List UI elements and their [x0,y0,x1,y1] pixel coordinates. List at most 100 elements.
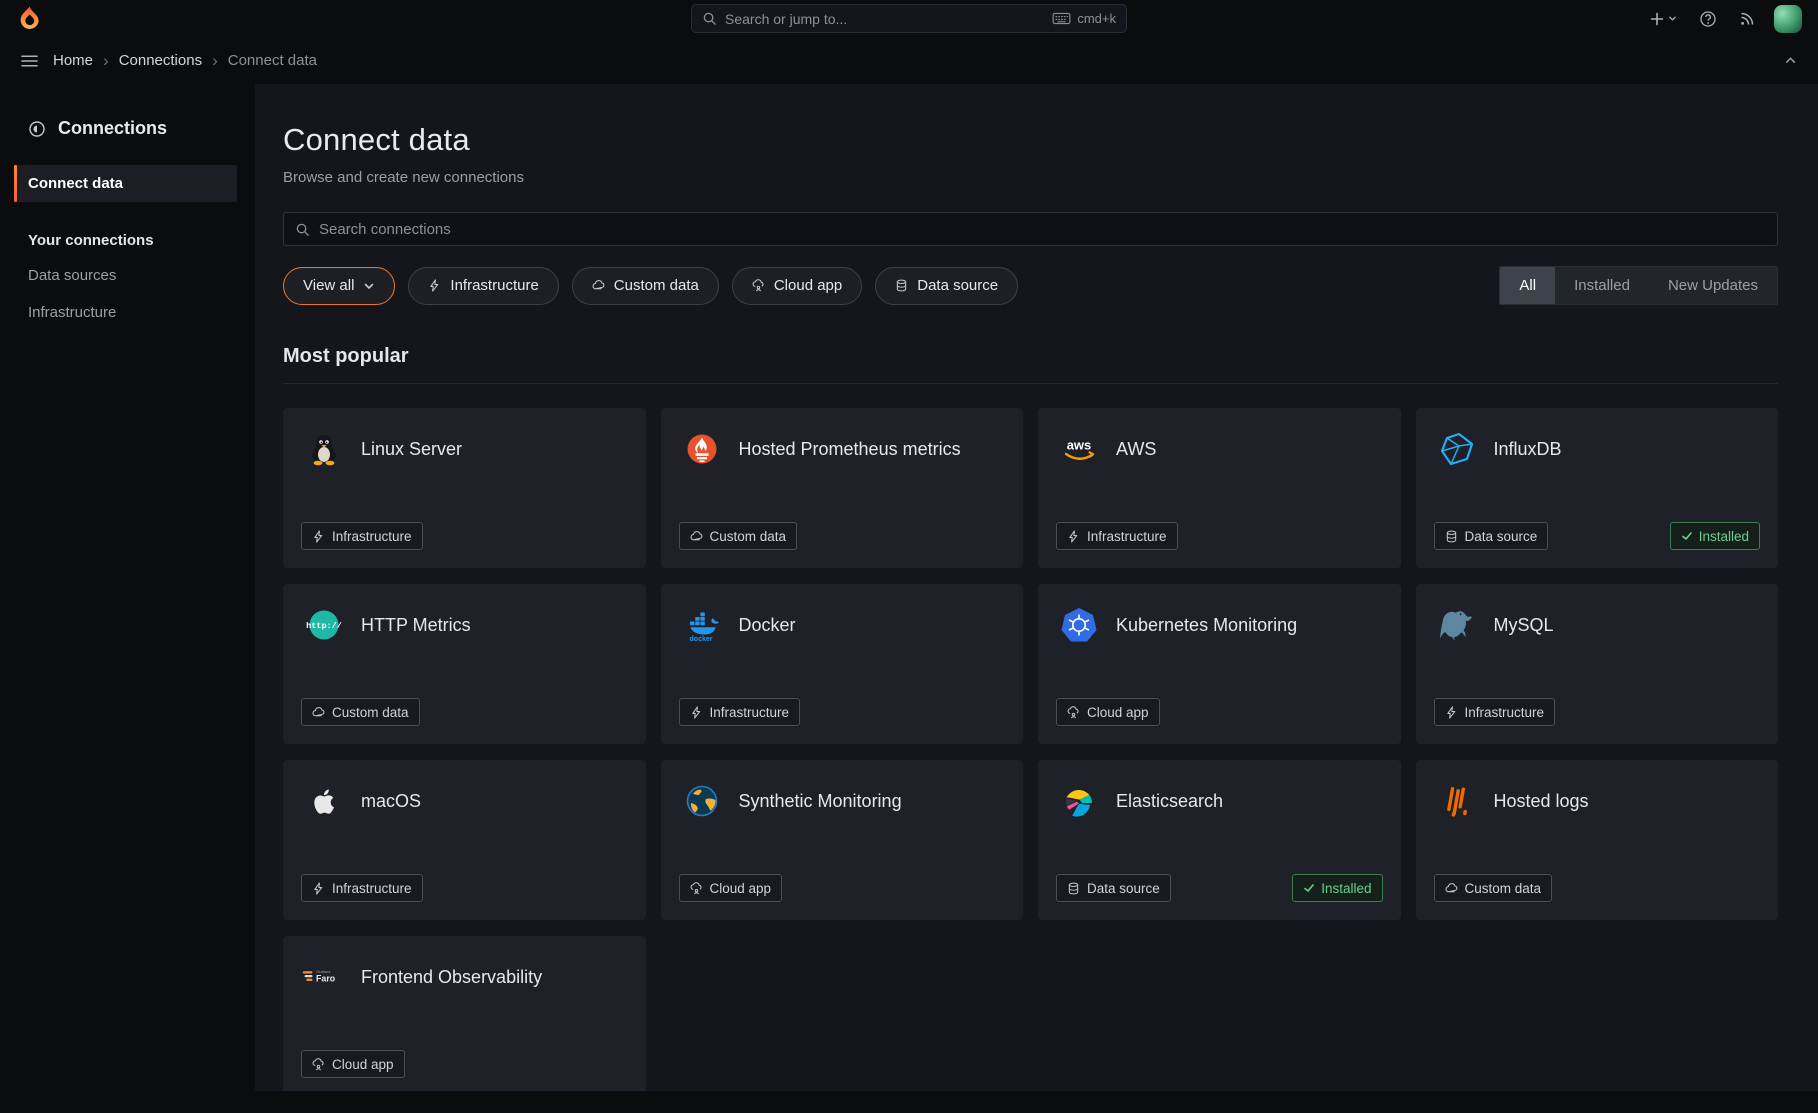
install-filter-tabs: AllInstalledNew Updates [1499,266,1778,305]
category-badge-label: Data source [1465,529,1538,544]
card-header: Synthetic Monitoring [679,778,1006,824]
hamburger-icon [21,54,38,68]
card-frontend-observability[interactable]: GrafanaFaroFrontend ObservabilityCloud a… [283,936,646,1091]
card-footer: Custom data [679,522,1006,550]
card-linux-server[interactable]: Linux Server Infrastructure [283,408,646,568]
shortcut-label: cmd+k [1077,11,1116,26]
card-header: MySQL [1434,602,1761,648]
svg-text:Faro: Faro [316,973,336,983]
app: cmd+k Home›Connections›Connect data [0,0,1818,1113]
sidebar-toggle-button[interactable] [18,51,41,71]
card-title: Hosted logs [1494,791,1589,812]
card-header: awsAWS [1056,426,1383,472]
sidebar: Connections Connect data Your connection… [0,84,255,1091]
card-footer: Infrastructure [679,698,1006,726]
collapse-top-button[interactable] [1781,51,1800,70]
card-hosted-logs[interactable]: Hosted logs Custom data [1416,760,1779,920]
category-badge-label: Infrastructure [1465,705,1545,720]
kubernetes-icon [1056,602,1102,648]
card-synthetic-monitoring[interactable]: Synthetic Monitoring Cloud app [661,760,1024,920]
globe-icon [679,778,725,824]
card-title: HTTP Metrics [361,615,471,636]
global-search-input[interactable] [725,11,1044,27]
svg-text:http://: http:// [306,621,342,631]
card-footer: Custom data [301,698,628,726]
card-docker[interactable]: dockerDocker Infrastructure [661,584,1024,744]
logs-icon [1434,778,1480,824]
category-badge: Infrastructure [301,522,423,550]
apple-icon [301,778,347,824]
search-icon [702,11,717,26]
filter-pill-label: Custom data [614,277,699,294]
sidebar-item-connect-data[interactable]: Connect data [14,165,237,202]
category-badge-label: Custom data [1465,881,1542,896]
card-header: dockerDocker [679,602,1006,648]
grafana-logo-icon[interactable] [16,5,43,32]
category-badge-label: Infrastructure [332,881,412,896]
card-http-metrics[interactable]: http:// HTTP Metrics Custom data [283,584,646,744]
category-badge-label: Infrastructure [710,705,790,720]
card-header: Hosted Prometheus metrics [679,426,1006,472]
installed-label: Installed [1321,881,1371,896]
installed-label: Installed [1699,529,1749,544]
filter-pill-data-source[interactable]: Data source [875,267,1018,305]
keyboard-icon [1052,12,1071,25]
card-header: http:// HTTP Metrics [301,602,628,648]
card-mysql[interactable]: MySQL Infrastructure [1416,584,1779,744]
card-footer: Infrastructure [1056,522,1383,550]
tab-all[interactable]: All [1500,267,1555,304]
filter-pill-custom-data[interactable]: Custom data [572,267,719,305]
breadcrumb-item-connections[interactable]: Connections [119,52,202,69]
page-title: Connect data [283,122,1778,158]
connections-search-input[interactable] [319,221,1766,238]
check-icon [1303,882,1315,894]
card-title: Linux Server [361,439,462,460]
view-all-dropdown[interactable]: View all [283,267,395,305]
card-hosted-prometheus-metrics[interactable]: Hosted Prometheus metrics Custom data [661,408,1024,568]
docker-icon: docker [679,602,725,648]
category-badge: Cloud app [1056,698,1160,726]
category-badge: Infrastructure [1434,698,1556,726]
category-badge-label: Custom data [332,705,409,720]
global-search[interactable]: cmd+k [691,4,1127,33]
news-button[interactable] [1736,8,1758,30]
tab-new-updates[interactable]: New Updates [1649,267,1777,304]
category-badge: Custom data [301,698,420,726]
database-icon [1067,882,1080,895]
breadcrumb-item-home[interactable]: Home [53,52,93,69]
caret-down-icon [1668,14,1677,23]
sidebar-section-your-connections[interactable]: Your connections [0,232,255,249]
category-badge: Cloud app [679,874,783,902]
card-influxdb[interactable]: InfluxDB Data source Installed [1416,408,1779,568]
card-header: InfluxDB [1434,426,1761,472]
bolt-icon [1445,706,1458,719]
card-kubernetes-monitoring[interactable]: Kubernetes MonitoringCloud app [1038,584,1401,744]
breadcrumb: Home›Connections›Connect data [53,52,317,69]
card-footer: Cloud app [679,874,1006,902]
card-title: Frontend Observability [361,967,542,988]
card-macos[interactable]: macOSInfrastructure [283,760,646,920]
sidebar-items: Data sourcesInfrastructure [0,257,255,331]
category-badge: Custom data [1434,874,1553,902]
filter-pill-cloud-app[interactable]: Cloud app [732,267,862,305]
sidebar-title: Connections [0,118,255,139]
connections-search[interactable] [283,212,1778,246]
filter-pill-infrastructure[interactable]: Infrastructure [408,267,558,305]
sidebar-item-data-sources[interactable]: Data sources [0,257,255,294]
category-badge: Infrastructure [301,874,423,902]
section-divider [283,383,1778,384]
card-elasticsearch[interactable]: ElasticsearchData sourceInstalled [1038,760,1401,920]
user-avatar[interactable] [1774,5,1802,33]
category-badge: Data source [1434,522,1549,550]
tab-installed[interactable]: Installed [1555,267,1649,304]
filter-pill-label: Cloud app [774,277,842,294]
card-aws[interactable]: awsAWS Infrastructure [1038,408,1401,568]
faro-icon: GrafanaFaro [301,954,347,1000]
filter-row: View all Infrastructure Custom data Cloud … [283,266,1778,305]
new-button[interactable] [1646,8,1680,30]
sidebar-item-infrastructure[interactable]: Infrastructure [0,294,255,331]
category-badge-label: Infrastructure [1087,529,1167,544]
help-button[interactable] [1696,7,1720,31]
cloud-app-icon [752,279,765,292]
top-navbar: cmd+k [0,0,1818,37]
